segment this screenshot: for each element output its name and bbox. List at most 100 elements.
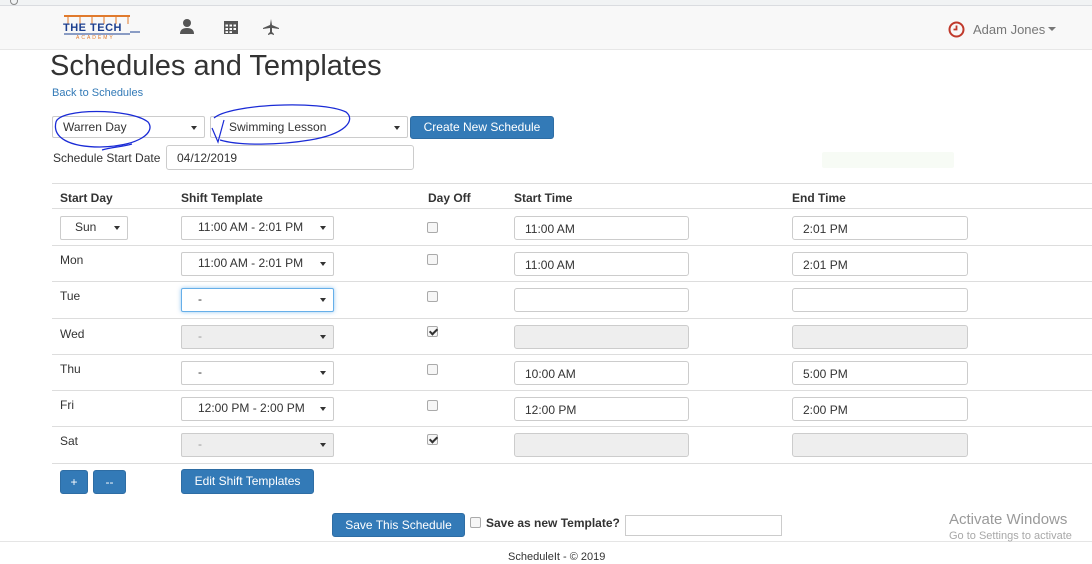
end-time-input-wed [792,325,968,349]
shift-template-value: - [198,437,202,451]
template-select[interactable]: Swimming Lesson [210,116,408,138]
row-divider [52,245,1092,246]
shift-template-value: - [198,292,202,306]
day-off-checkbox-fri[interactable] [427,400,438,411]
copyright-text: ScheduleIt - © 2019 [508,551,606,563]
row-divider [52,281,1092,282]
start-day-select[interactable]: Sun [60,216,128,240]
user-menu[interactable]: Adam Jones [948,18,1057,40]
day-off-checkbox-wed[interactable] [427,326,438,337]
chevron-down-icon [320,262,326,266]
start-time-input-sat [514,433,689,457]
ink-tick-employee [101,143,133,151]
row-divider [52,354,1092,355]
end-time-input-mon[interactable]: 2:01 PM [792,252,968,276]
shift-template-select-sat: - [181,433,334,457]
chevron-down-icon [320,226,326,230]
edit-shift-templates-button[interactable]: Edit Shift Templates [181,469,314,494]
header-end-time: End Time [792,191,846,205]
start-time-input-wed [514,325,689,349]
activate-windows-watermark: Activate Windows [949,511,1068,528]
top-navbar: THE TECH ACADEMY Adam Jones [0,6,1092,50]
shift-template-select-thu[interactable]: - [181,361,334,385]
shift-template-value: - [198,329,202,343]
logo-text: THE TECH [63,22,122,34]
chevron-down-icon [320,371,326,375]
shift-template-select-tue[interactable]: - [181,288,334,312]
user-icon[interactable] [178,18,196,36]
employee-select[interactable]: Warren Day [52,116,205,138]
employee-select-value: Warren Day [63,120,127,134]
day-label-sat: Sat [60,434,79,448]
add-row-button[interactable]: + [60,470,88,494]
start-time-input-tue[interactable] [514,288,689,312]
shift-template-select-fri[interactable]: 12:00 PM - 2:00 PM [181,397,334,421]
day-label-mon: Mon [60,253,84,267]
table-top-divider [52,183,1092,184]
day-label-fri: Fri [60,398,74,412]
site-info-icon[interactable] [10,0,18,5]
start-time-input-mon[interactable]: 11:00 AM [514,252,689,276]
start-date-label: Schedule Start Date [53,151,161,165]
back-to-schedules-link[interactable]: Back to Schedules [52,87,143,99]
user-name: Adam Jones [973,21,1046,37]
template-select-value: Swimming Lesson [229,120,327,134]
day-label-wed: Wed [60,327,85,341]
save-schedule-button[interactable]: Save This Schedule [332,513,465,537]
day-off-checkbox-mon[interactable] [427,254,438,265]
clock-icon [948,21,965,37]
day-off-checkbox-sat[interactable] [427,434,438,445]
shift-template-value: 12:00 PM - 2:00 PM [198,401,305,415]
chevron-down-icon [320,298,326,302]
header-start-day: Start Day [60,191,113,205]
header-day-off: Day Off [428,191,471,205]
start-time-input-thu[interactable]: 10:00 AM [514,361,689,385]
save-as-template-label: Save as new Template? [486,516,620,530]
row-divider [52,426,1092,427]
footer-divider [0,541,1092,542]
chevron-down-icon [320,407,326,411]
create-new-schedule-button[interactable]: Create New Schedule [410,116,554,139]
chevron-down-icon [394,126,400,130]
day-label-thu: Thu [60,362,81,376]
end-time-input-sun[interactable]: 2:01 PM [792,216,968,240]
annotation-scribbles [54,104,351,151]
chevron-down-icon [1048,27,1057,31]
shift-template-select-wed: - [181,325,334,349]
end-time-input-fri[interactable]: 2:00 PM [792,397,968,421]
start-date-input[interactable]: 04/12/2019 [166,145,414,170]
airplane-icon[interactable] [262,18,280,36]
shift-template-select-mon[interactable]: 11:00 AM - 2:01 PM [181,252,334,276]
logo-subtext: ACADEMY [76,35,115,41]
save-as-template-checkbox[interactable] [470,517,481,528]
page-title: Schedules and Templates [50,50,382,82]
shift-template-select-sun[interactable]: 11:00 AM - 2:01 PM [181,216,334,240]
row-divider [52,390,1092,391]
calendar-icon[interactable] [222,18,240,36]
chevron-down-icon [320,335,326,339]
header-shift-template: Shift Template [181,191,263,205]
chevron-down-icon [114,226,120,230]
start-day-select-value: Sun [75,220,97,234]
day-off-checkbox-sun[interactable] [427,222,438,233]
logo[interactable]: THE TECH ACADEMY [60,12,140,44]
table-header-divider [52,208,1092,209]
chevron-down-icon [320,443,326,447]
day-off-checkbox-thu[interactable] [427,364,438,375]
row-divider [52,463,1092,464]
shift-template-value: - [198,365,202,379]
end-time-input-thu[interactable]: 5:00 PM [792,361,968,385]
template-name-input[interactable] [625,515,782,536]
row-divider [52,318,1092,319]
faint-hidden-button [822,152,954,168]
end-time-input-tue[interactable] [792,288,968,312]
activate-windows-subtext: Go to Settings to activate [949,530,1072,542]
start-time-input-sun[interactable]: 11:00 AM [514,216,689,240]
day-label-tue: Tue [60,289,81,303]
day-off-checkbox-tue[interactable] [427,291,438,302]
shift-template-value: 11:00 AM - 2:01 PM [198,220,304,234]
start-time-input-fri[interactable]: 12:00 PM [514,397,689,421]
chevron-down-icon [191,126,197,130]
remove-row-button[interactable]: -- [93,470,126,494]
end-time-input-sat [792,433,968,457]
